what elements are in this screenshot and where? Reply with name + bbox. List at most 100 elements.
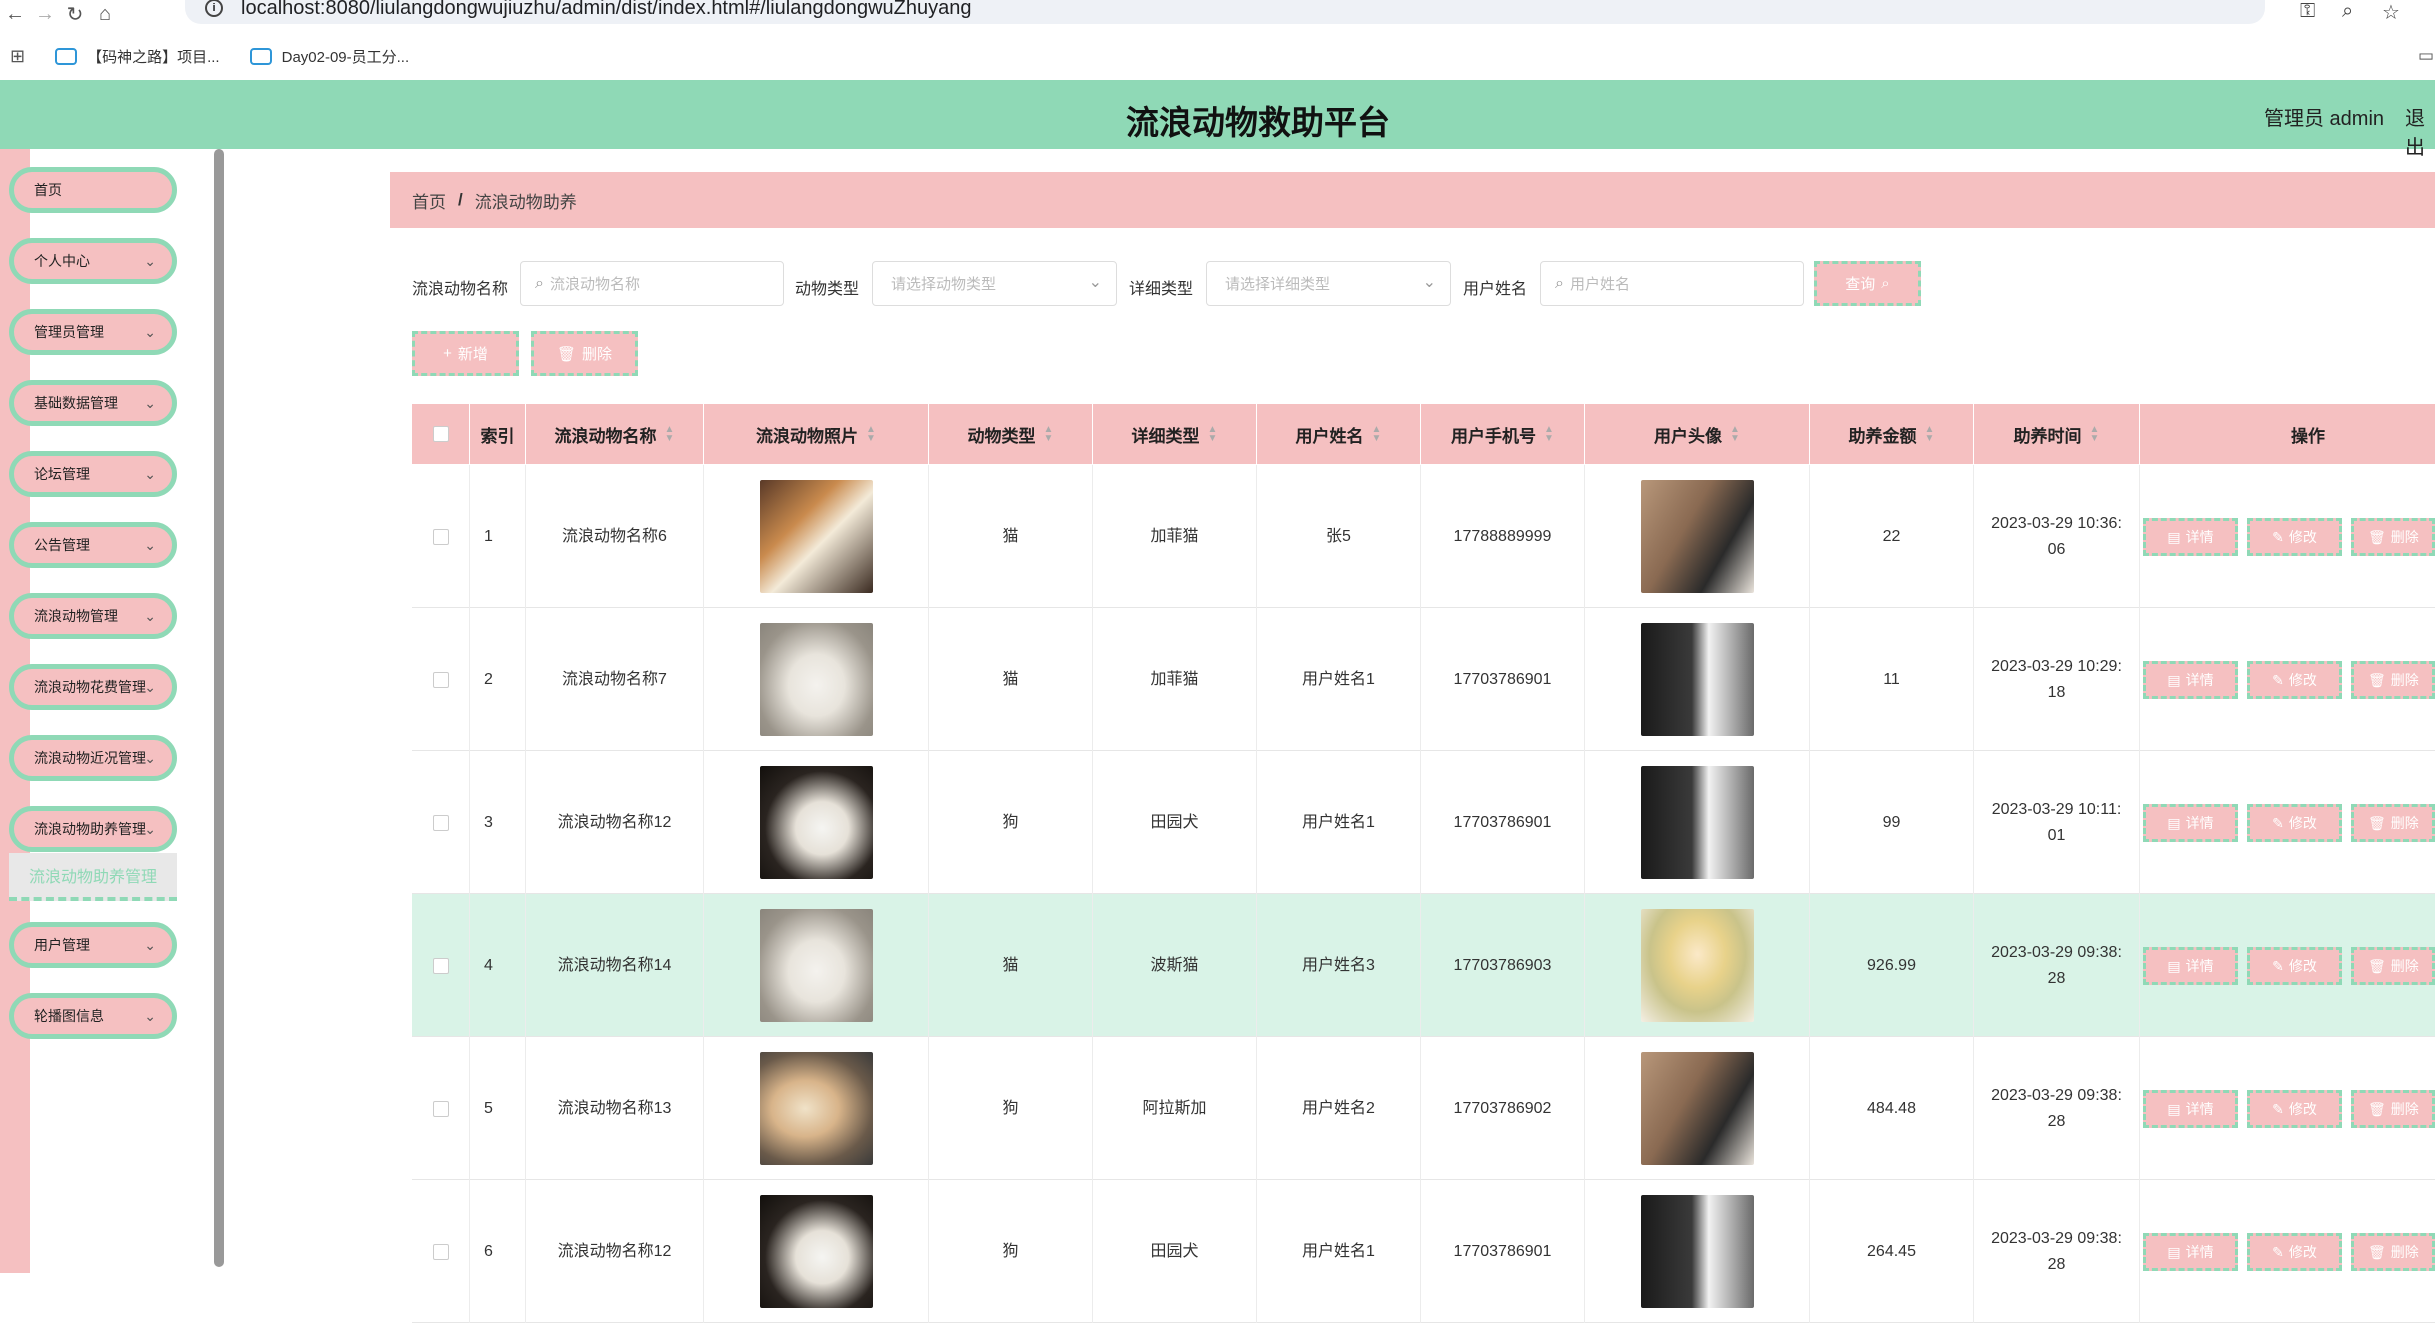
sort-icon[interactable]: ▲ ▼ — [866, 425, 876, 444]
sort-icon[interactable]: ▲ ▼ — [2090, 425, 2100, 444]
detail-button[interactable]: ▤ 详情 — [2143, 947, 2238, 985]
user-avatar[interactable] — [1640, 1052, 1754, 1165]
user-avatar[interactable] — [1640, 909, 1754, 1022]
reload-icon[interactable]: ↻ — [60, 0, 90, 28]
sidebar-item-basic-data[interactable]: 基础数据管理 ⌄ — [9, 380, 177, 426]
sidebar-item-adoption[interactable]: 流浪动物助养管理 ⌄ — [9, 806, 177, 852]
folder-icon[interactable]: ▭ — [2418, 46, 2434, 66]
detail-button[interactable]: ▤ 详情 — [2143, 1090, 2238, 1128]
edit-button[interactable]: ✎ 修改 — [2247, 947, 2342, 985]
row-checkbox[interactable] — [432, 957, 449, 974]
delete-button[interactable]: 🗑 删除 — [2351, 804, 2435, 842]
sort-icon[interactable]: ▲ ▼ — [1544, 425, 1554, 444]
sort-icon[interactable]: ▲ ▼ — [1208, 425, 1218, 444]
edit-label: 修改 — [2288, 672, 2317, 688]
sidebar-scrollbar[interactable] — [214, 149, 224, 1267]
delete-button[interactable]: 🗑 删除 — [2351, 1233, 2435, 1271]
sidebar-subitem-adoption-active[interactable]: 流浪动物助养管理 — [9, 853, 177, 901]
th-amount[interactable]: 助养金额 ▲ ▼ — [1810, 404, 1974, 464]
table-row: 1 流浪动物名称6 猫 加菲猫 张5 17788889999 22 2023-0… — [412, 465, 2435, 608]
filter-type-select[interactable]: 请选择动物类型 ⌄ — [872, 261, 1117, 306]
th-detail-type[interactable]: 详细类型 ▲ ▼ — [1093, 404, 1257, 464]
row-checkbox[interactable] — [432, 671, 449, 688]
sidebar-item-personal[interactable]: 个人中心 ⌄ — [9, 238, 177, 284]
delete-button[interactable]: 🗑 删除 — [2351, 947, 2435, 985]
forward-icon[interactable]: → — [30, 0, 60, 28]
search-button[interactable]: 查询 ⌕ — [1814, 261, 1921, 306]
th-user-phone[interactable]: 用户手机号 ▲ ▼ — [1421, 404, 1585, 464]
edit-button[interactable]: ✎ 修改 — [2247, 661, 2342, 699]
row-checkbox[interactable] — [432, 528, 449, 545]
animal-photo[interactable] — [759, 909, 873, 1022]
home-icon[interactable]: ⌂ — [90, 0, 120, 28]
th-type[interactable]: 动物类型 ▲ ▼ — [929, 404, 1093, 464]
sidebar-item-home[interactable]: 首页 — [9, 167, 177, 213]
animal-photo[interactable] — [759, 480, 873, 593]
detail-button[interactable]: ▤ 详情 — [2143, 661, 2238, 699]
edit-button[interactable]: ✎ 修改 — [2247, 1090, 2342, 1128]
sidebar-item-status[interactable]: 流浪动物近况管理 ⌄ — [9, 735, 177, 781]
zoom-icon[interactable]: ⌕ — [2342, 0, 2353, 23]
add-button[interactable]: + 新增 — [412, 331, 519, 376]
bookmark-star-icon[interactable]: ☆ — [2382, 0, 2400, 25]
row-checkbox[interactable] — [432, 1243, 449, 1260]
logout-link[interactable]: 退出 — [2405, 102, 2435, 160]
detail-button[interactable]: ▤ 详情 — [2143, 1233, 2238, 1271]
detail-label: 详情 — [2185, 1101, 2214, 1117]
sort-icon[interactable]: ▲ ▼ — [665, 425, 675, 444]
user-avatar[interactable] — [1640, 766, 1754, 879]
bookmark-item[interactable]: Day02-09-员工分... — [249, 46, 409, 67]
back-icon[interactable]: ← — [0, 0, 30, 28]
sidebar-item-carousel[interactable]: 轮播图信息 ⌄ — [9, 993, 177, 1039]
row-checkbox[interactable] — [432, 1100, 449, 1117]
filter-name-input[interactable]: ⌕ 流浪动物名称 — [520, 261, 784, 306]
row-checkbox[interactable] — [432, 814, 449, 831]
sidebar-item-label: 流浪动物助养管理 — [34, 821, 146, 837]
cell-animal-photo — [704, 1180, 929, 1323]
sort-icon[interactable]: ▲ ▼ — [1044, 425, 1054, 444]
filter-detail-select[interactable]: 请选择详细类型 ⌄ — [1206, 261, 1451, 306]
select-all-checkbox[interactable] — [432, 426, 449, 442]
animal-photo[interactable] — [759, 1052, 873, 1165]
sidebar-item-users[interactable]: 用户管理 ⌄ — [9, 922, 177, 968]
edit-button[interactable]: ✎ 修改 — [2247, 1233, 2342, 1271]
breadcrumb-separator: / — [458, 190, 463, 209]
bookmark-item[interactable]: 【码神之路】项目... — [55, 46, 220, 67]
sort-icon[interactable]: ▲ ▼ — [1925, 425, 1935, 444]
th-time[interactable]: 助养时间 ▲ ▼ — [1974, 404, 2140, 464]
cell-animal-name: 流浪动物名称6 — [526, 465, 704, 608]
cell-animal-type: 狗 — [929, 1180, 1093, 1323]
breadcrumb-home[interactable]: 首页 — [412, 188, 446, 213]
sidebar-item-notice[interactable]: 公告管理 ⌄ — [9, 522, 177, 568]
th-name[interactable]: 流浪动物名称 ▲ ▼ — [526, 404, 704, 464]
password-key-icon[interactable]: ⚿ — [2300, 0, 2315, 23]
doc-icon: ▤ — [2167, 671, 2181, 688]
edit-button[interactable]: ✎ 修改 — [2247, 518, 2342, 556]
detail-button[interactable]: ▤ 详情 — [2143, 518, 2238, 556]
th-photo[interactable]: 流浪动物照片 ▲ ▼ — [704, 404, 929, 464]
user-avatar[interactable] — [1640, 623, 1754, 736]
batch-delete-button[interactable]: 🗑 删除 — [531, 331, 638, 376]
delete-button[interactable]: 🗑 删除 — [2351, 1090, 2435, 1128]
animal-photo[interactable] — [759, 766, 873, 879]
sidebar-item-expense[interactable]: 流浪动物花费管理 ⌄ — [9, 664, 177, 710]
user-avatar[interactable] — [1640, 480, 1754, 593]
sort-icon[interactable]: ▲ ▼ — [1372, 425, 1382, 444]
sidebar-item-animal[interactable]: 流浪动物管理 ⌄ — [9, 593, 177, 639]
detail-button[interactable]: ▤ 详情 — [2143, 804, 2238, 842]
apps-grid-icon[interactable]: ⊞ — [10, 46, 25, 67]
delete-button[interactable]: 🗑 删除 — [2351, 518, 2435, 556]
sidebar-item-admin[interactable]: 管理员管理 ⌄ — [9, 309, 177, 355]
sort-icon[interactable]: ▲ ▼ — [1730, 425, 1740, 444]
edit-button[interactable]: ✎ 修改 — [2247, 804, 2342, 842]
th-user-name[interactable]: 用户姓名 ▲ ▼ — [1257, 404, 1421, 464]
animal-photo[interactable] — [759, 623, 873, 736]
delete-button[interactable]: 🗑 删除 — [2351, 661, 2435, 699]
address-bar[interactable]: i localhost:8080/liulangdongwujiuzhu/adm… — [185, 0, 2265, 24]
site-info-icon[interactable]: i — [205, 0, 223, 17]
sidebar-item-forum[interactable]: 论坛管理 ⌄ — [9, 451, 177, 497]
user-avatar[interactable] — [1640, 1195, 1754, 1308]
filter-user-input[interactable]: ⌕ 用户姓名 — [1540, 261, 1804, 306]
animal-photo[interactable] — [759, 1195, 873, 1308]
th-user-avatar[interactable]: 用户头像 ▲ ▼ — [1585, 404, 1810, 464]
